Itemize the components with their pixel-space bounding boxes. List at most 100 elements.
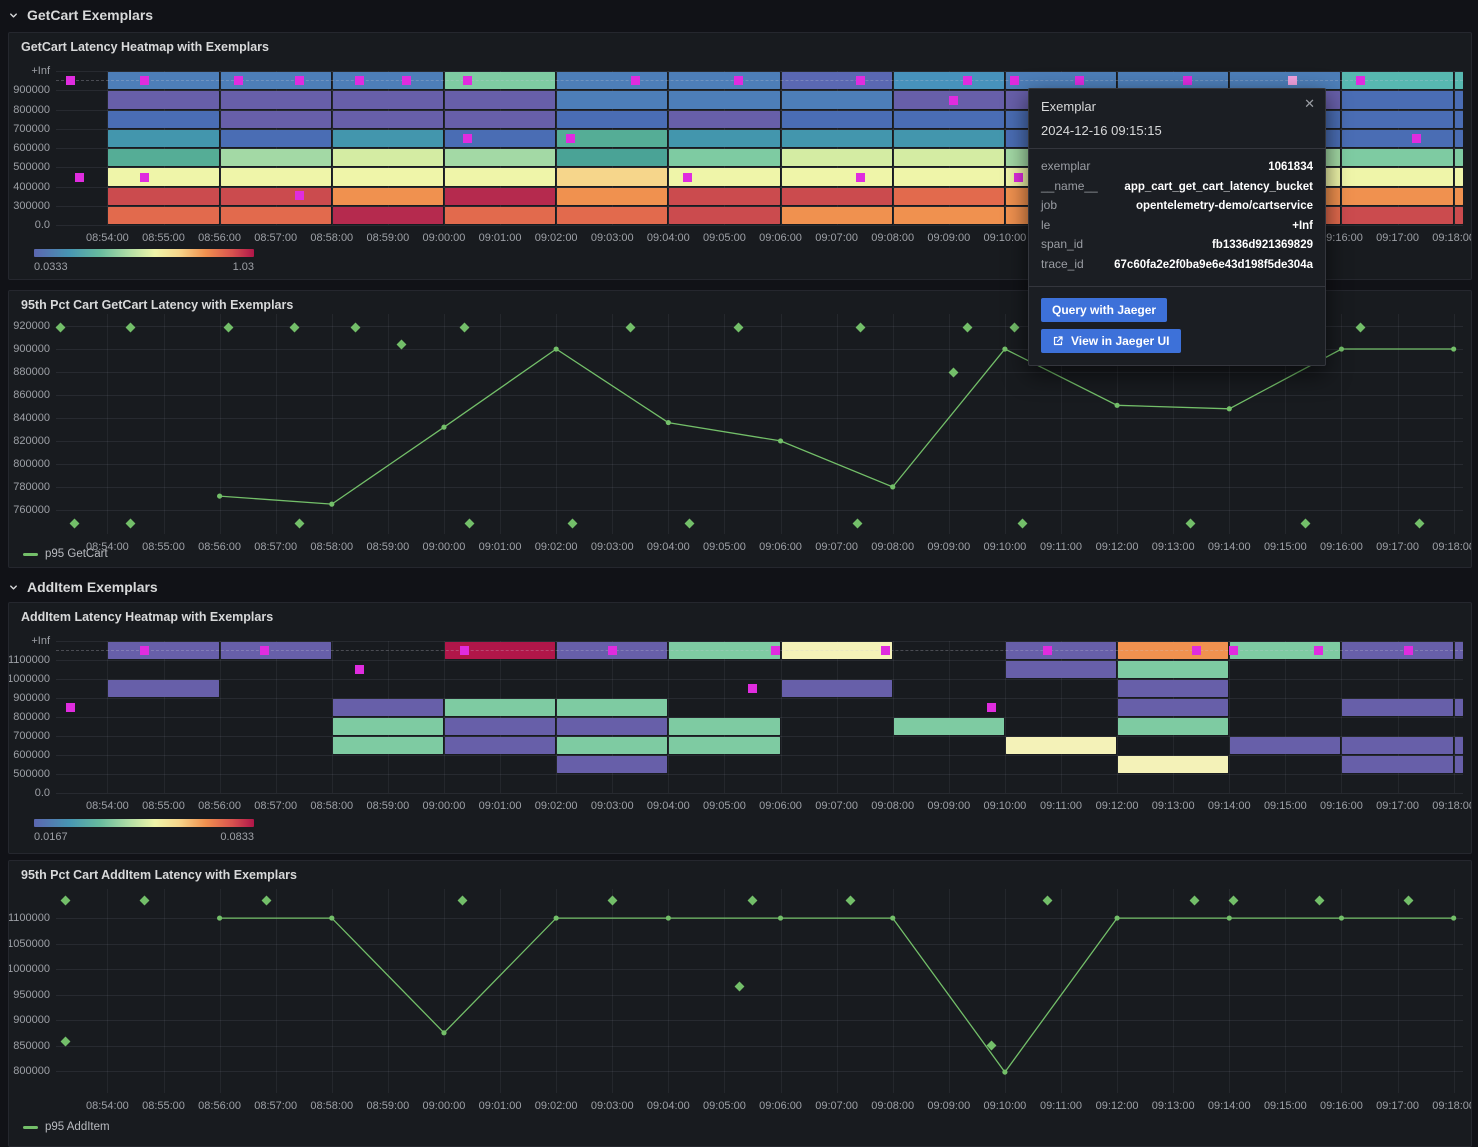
heatmap-cell: [557, 756, 667, 773]
x-axis-label: 08:58:00: [302, 1100, 362, 1112]
exemplar-marker[interactable]: [1314, 646, 1323, 655]
exemplar-marker[interactable]: [463, 76, 472, 85]
exemplar-marker[interactable]: [1404, 646, 1413, 655]
y-axis-label: 0.0: [8, 219, 50, 231]
x-axis-label: 09:14:00: [1199, 541, 1259, 553]
panel-title[interactable]: 95th Pct Cart GetCart Latency with Exemp…: [21, 298, 293, 312]
legend-p95-getcart[interactable]: p95 GetCart: [23, 548, 108, 560]
x-axis-label: 09:08:00: [863, 541, 923, 553]
tooltip-title: Exemplar: [1041, 99, 1313, 114]
exemplar-marker[interactable]: [66, 703, 75, 712]
legend-label: p95 GetCart: [45, 548, 108, 560]
y-axis-label: 700000: [8, 730, 50, 742]
exemplar-marker[interactable]: [608, 646, 617, 655]
exemplar-marker[interactable]: [1356, 76, 1365, 85]
exemplar-marker[interactable]: [856, 76, 865, 85]
heatmap-cell: [1455, 111, 1463, 128]
x-axis-label: 09:02:00: [526, 541, 586, 553]
additem-heatmap-canvas[interactable]: 08:54:0008:55:0008:56:0008:57:0008:58:00…: [56, 641, 1463, 793]
x-axis-label: 09:13:00: [1143, 800, 1203, 812]
x-axis-label: 09:05:00: [694, 800, 754, 812]
panel-title[interactable]: 95th Pct Cart AddItem Latency with Exemp…: [21, 868, 297, 882]
exemplar-marker[interactable]: [1014, 173, 1023, 182]
exemplar-marker[interactable]: [1183, 76, 1192, 85]
legend-p95-additem[interactable]: p95 AddItem: [23, 1121, 110, 1133]
exemplar-marker[interactable]: [1288, 76, 1297, 85]
x-axis-label: 09:04:00: [638, 800, 698, 812]
exemplar-marker[interactable]: [295, 191, 304, 200]
heatmap-cell: [333, 699, 443, 716]
tooltip-timestamp: 2024-12-16 09:15:15: [1041, 123, 1313, 138]
exemplar-marker[interactable]: [355, 76, 364, 85]
exemplar-marker[interactable]: [963, 76, 972, 85]
heatmap-cell: [1342, 737, 1452, 754]
exemplar-marker[interactable]: [734, 76, 743, 85]
x-axis-label: 08:55:00: [134, 800, 194, 812]
x-axis-label: 09:00:00: [414, 541, 474, 553]
exemplar-marker[interactable]: [949, 96, 958, 105]
exemplar-marker[interactable]: [355, 665, 364, 674]
gridline: [56, 793, 1463, 794]
exemplar-marker[interactable]: [402, 76, 411, 85]
exemplar-marker[interactable]: [234, 76, 243, 85]
y-axis-label: 900000: [8, 1014, 50, 1026]
exemplar-marker[interactable]: [631, 76, 640, 85]
y-axis-label: 600000: [8, 749, 50, 761]
color-scale-min: 0.0167: [34, 831, 68, 843]
exemplar-marker[interactable]: [463, 134, 472, 143]
y-axis-label: 500000: [8, 768, 50, 780]
exemplar-marker[interactable]: [460, 646, 469, 655]
exemplar-marker[interactable]: [295, 76, 304, 85]
exemplar-marker[interactable]: [1010, 76, 1019, 85]
section-header-getcart[interactable]: GetCart Exemplars: [8, 2, 153, 28]
exemplar-marker[interactable]: [987, 703, 996, 712]
heatmap-cell: [108, 149, 218, 166]
heatmap-cell: [669, 149, 779, 166]
exemplar-marker[interactable]: [1412, 134, 1421, 143]
exemplar-marker[interactable]: [140, 646, 149, 655]
y-axis-label: 400000: [8, 181, 50, 193]
x-axis-label: 08:56:00: [190, 1100, 250, 1112]
exemplar-marker[interactable]: [75, 173, 84, 182]
heatmap-cell: [445, 699, 555, 716]
x-axis-label: 09:10:00: [975, 800, 1035, 812]
exemplar-marker[interactable]: [1229, 646, 1238, 655]
query-with-jaeger-button[interactable]: Query with Jaeger: [1041, 298, 1167, 322]
heatmap-cell: [669, 130, 779, 147]
panel-title[interactable]: GetCart Latency Heatmap with Exemplars: [21, 40, 269, 54]
heatmap-cell: [557, 188, 667, 205]
x-axis-label: 09:17:00: [1368, 541, 1428, 553]
exemplar-marker[interactable]: [1192, 646, 1201, 655]
heatmap-cell: [894, 111, 1004, 128]
exemplar-marker[interactable]: [748, 684, 757, 693]
exemplar-marker[interactable]: [856, 173, 865, 182]
color-scale-max: 1.03: [233, 261, 254, 273]
tooltip-field-label: span_id: [1041, 237, 1083, 251]
exemplar-marker[interactable]: [771, 646, 780, 655]
exemplar-marker[interactable]: [881, 646, 890, 655]
y-axis-label: 300000: [8, 200, 50, 212]
section-header-additem[interactable]: AddItem Exemplars: [8, 574, 158, 600]
exemplar-marker[interactable]: [66, 76, 75, 85]
view-in-jaeger-button[interactable]: View in Jaeger UI: [1041, 329, 1181, 353]
x-axis-label: 09:10:00: [975, 541, 1035, 553]
exemplar-marker[interactable]: [683, 173, 692, 182]
exemplar-marker[interactable]: [566, 134, 575, 143]
exemplar-marker[interactable]: [140, 173, 149, 182]
exemplar-marker[interactable]: [140, 76, 149, 85]
tooltip-field-label: trace_id: [1041, 257, 1084, 271]
external-link-icon: [1052, 335, 1064, 347]
exemplar-marker[interactable]: [1043, 646, 1052, 655]
panel-title[interactable]: AddItem Latency Heatmap with Exemplars: [21, 610, 273, 624]
exemplar-marker[interactable]: [1075, 76, 1084, 85]
x-axis-label: 08:54:00: [77, 232, 137, 244]
exemplar-marker[interactable]: [260, 646, 269, 655]
tooltip-field-row: exemplar1061834: [1041, 159, 1313, 179]
tooltip-field-row: trace_id67c60fa2e2f0ba9e6e43d198f5de304a: [1041, 257, 1313, 277]
x-axis-label: 09:06:00: [751, 1100, 811, 1112]
tooltip-field-label: le: [1041, 218, 1050, 232]
heatmap-cell: [1342, 111, 1452, 128]
close-icon[interactable]: ✕: [1304, 97, 1315, 110]
additem-line-canvas[interactable]: 08:54:0008:55:0008:56:0008:57:0008:58:00…: [56, 889, 1463, 1093]
x-axis-label: 08:57:00: [246, 541, 306, 553]
